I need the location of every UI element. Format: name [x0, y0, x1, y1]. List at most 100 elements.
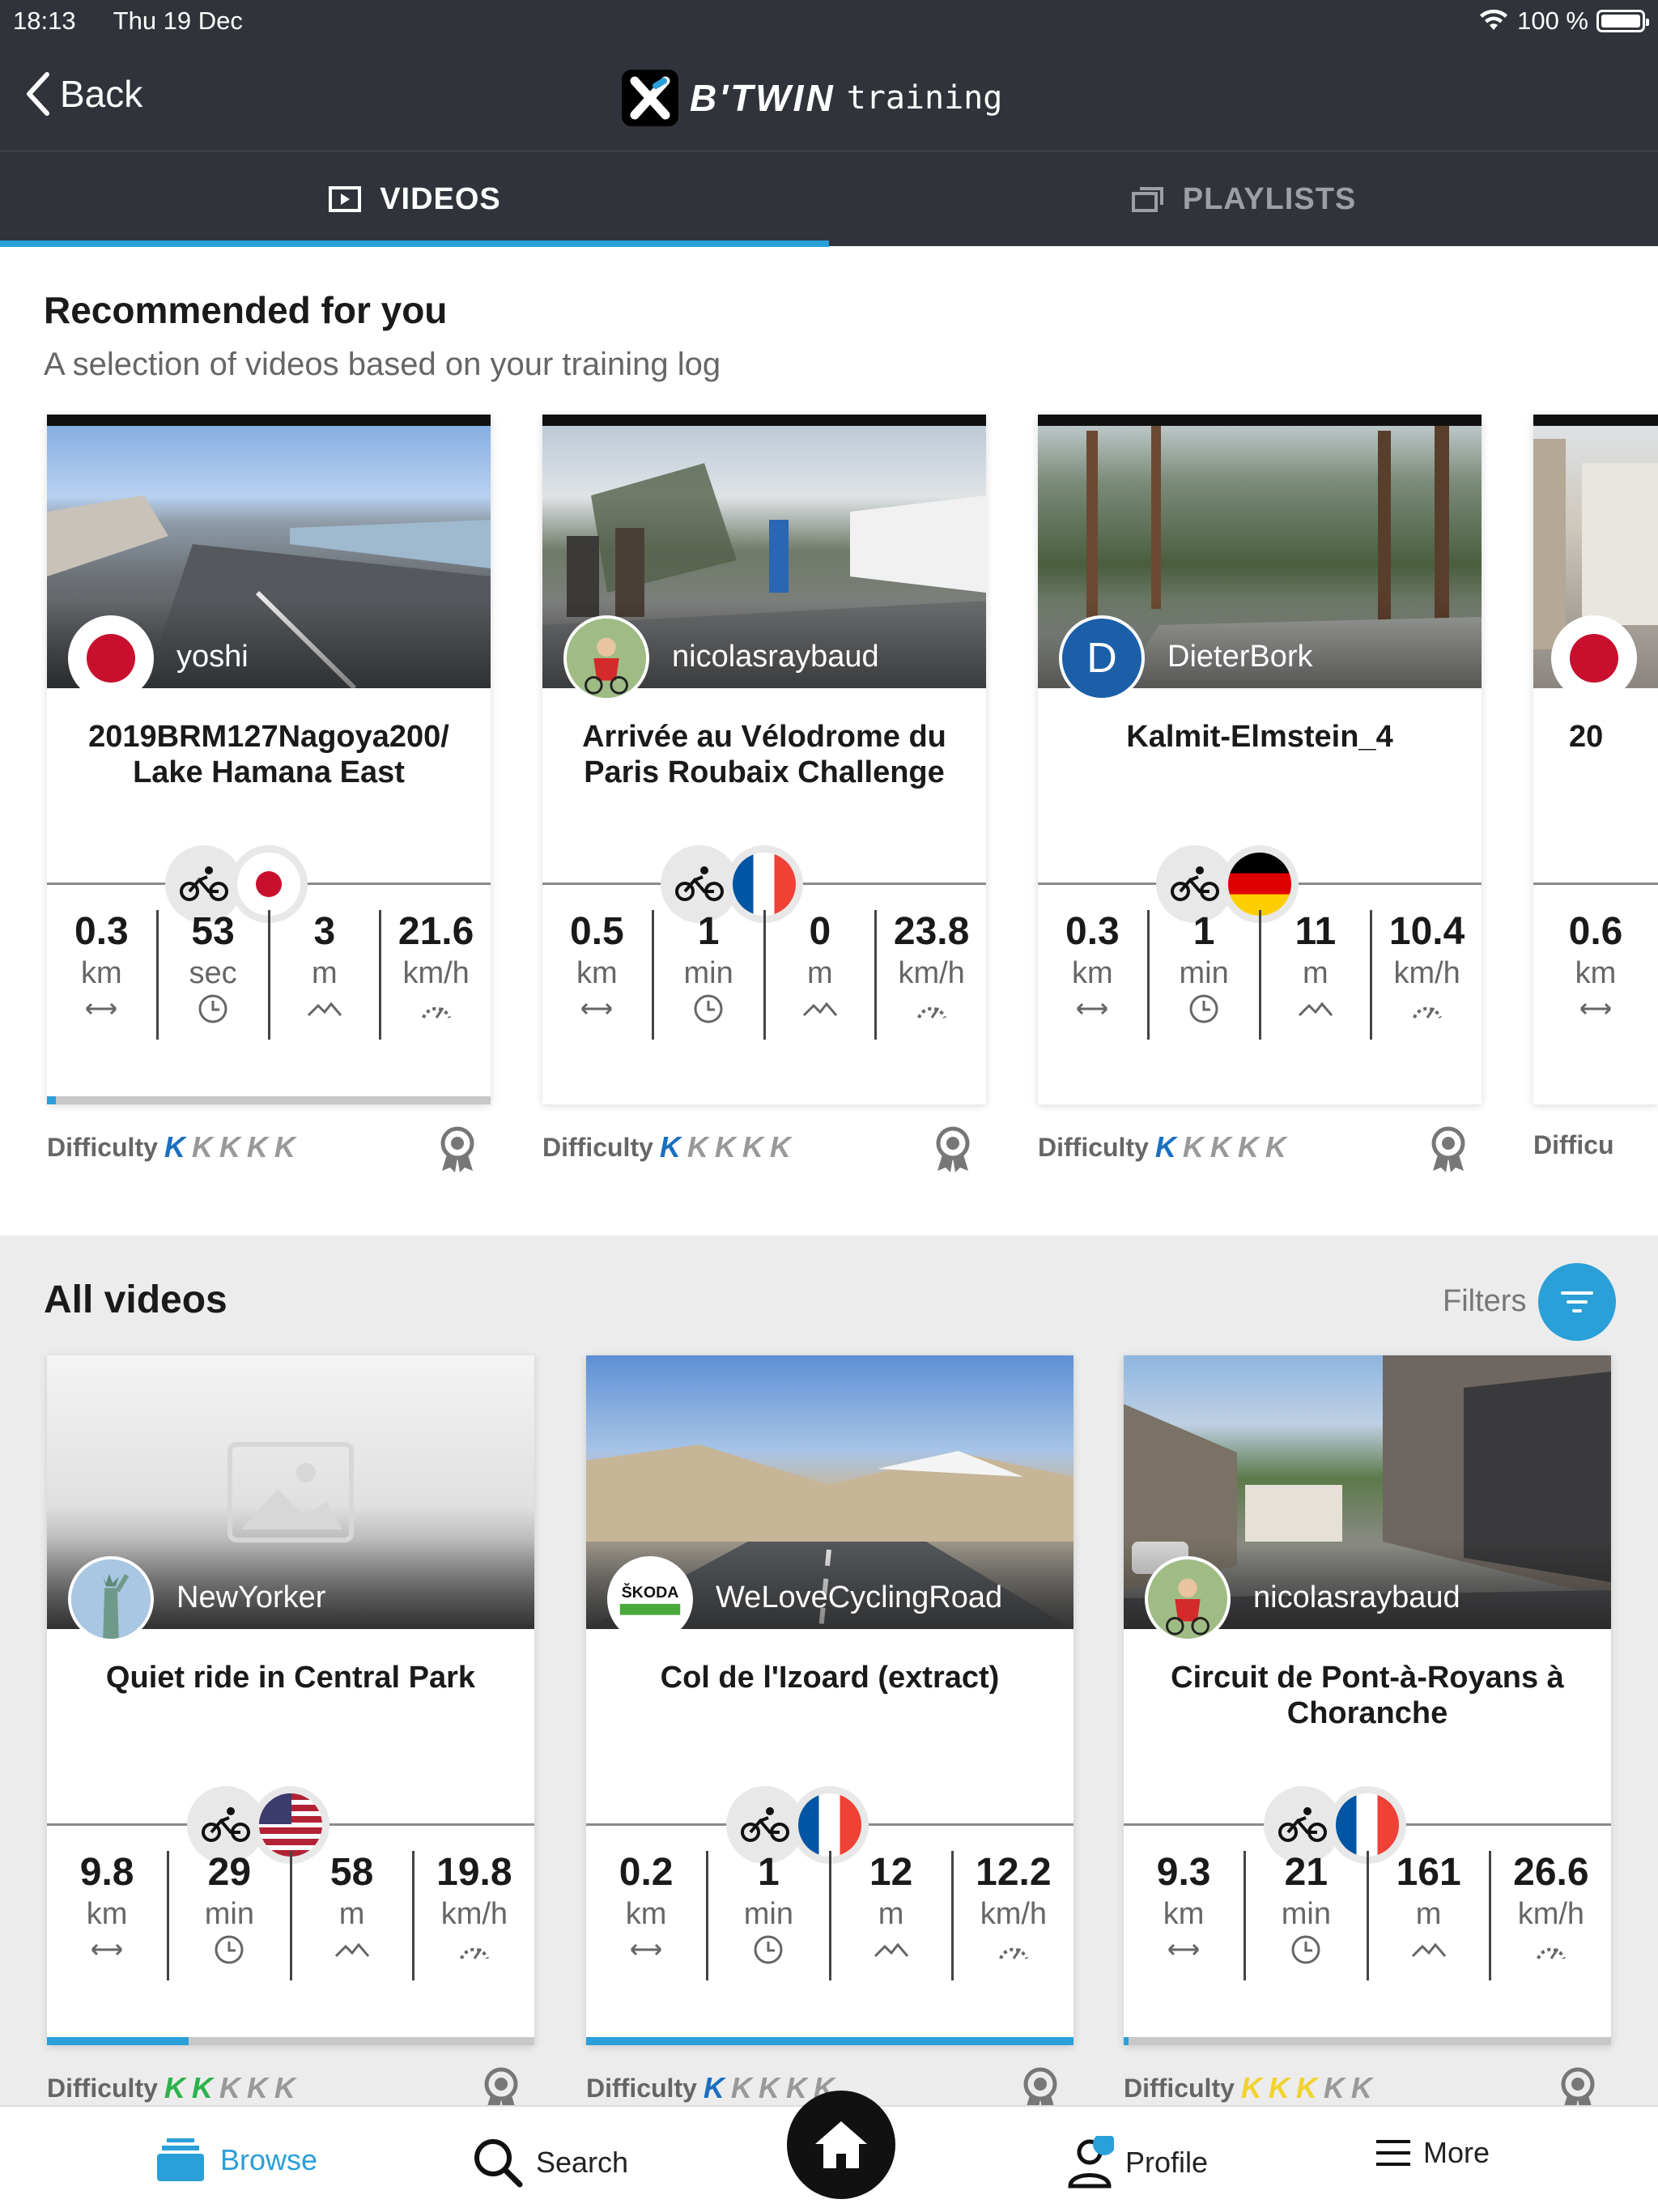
- recommended-subtitle: A selection of videos based on your trai…: [44, 347, 721, 382]
- stat-speed: 23.8 km/h: [874, 910, 986, 1040]
- all-videos-title: All videos: [44, 1278, 227, 1321]
- difficulty-rating: Difficu: [1533, 1130, 1614, 1160]
- distance-icon: [1124, 1933, 1244, 1966]
- clock-icon: [1150, 993, 1259, 1025]
- video-stats: 0.3 km 53 sec 3m 21.6 km/h: [47, 910, 491, 1040]
- battery-percent: 100 %: [1517, 6, 1588, 35]
- stat-duration: 1 min: [651, 910, 763, 1040]
- difficulty-rating: Difficulty KKKKK: [586, 2071, 835, 2104]
- author-avatar: D: [1059, 615, 1145, 701]
- nav-profile[interactable]: Profile: [1065, 2136, 1208, 2189]
- stat-distance: 9.3 km: [1124, 1851, 1244, 1980]
- video-title: 20: [1569, 720, 1604, 754]
- menu-icon: [1376, 2140, 1410, 2166]
- difficulty-label: Difficulty: [47, 1132, 158, 1162]
- stat-distance: 0.3 km: [1038, 910, 1147, 1040]
- playlist-icon: [1131, 187, 1163, 212]
- elevation-icon: [1369, 1933, 1489, 1966]
- video-card[interactable]: D DieterBork Kalmit-Elmstein_4 0.3 km 1 mi…: [1038, 415, 1482, 1104]
- tab-videos[interactable]: VIDEOS: [0, 151, 829, 247]
- speed-icon: [381, 993, 491, 1025]
- video-title: Col de l'Izoard (extract): [660, 1661, 1000, 1695]
- home-button[interactable]: [787, 2091, 895, 2199]
- stat-distance: 0.6 km: [1533, 910, 1658, 1040]
- tab-playlists-label: PLAYLISTS: [1182, 181, 1357, 216]
- author-avatar: [563, 615, 649, 701]
- clock-icon: [159, 993, 268, 1025]
- author-name: nicolasraybaud: [1253, 1580, 1460, 1614]
- video-card[interactable]: 20 0.6 km: [1533, 415, 1658, 1104]
- status-bar-left: 18:13 Thu 19 Dec: [13, 6, 274, 36]
- stat-speed: 12.2 km/h: [950, 1851, 1073, 1980]
- distance-icon: [542, 993, 652, 1025]
- elevation-icon: [766, 993, 875, 1025]
- logo-sub: training: [846, 79, 1003, 117]
- speed-icon: [954, 1933, 1073, 1966]
- video-card[interactable]: ŠKODA WeLoveCyclingRoad Col de l'Izoard …: [586, 1355, 1073, 2045]
- video-title: 2019BRM127Nagoya200/ Lake Hamana East: [88, 720, 449, 789]
- nav-browse[interactable]: Browse: [152, 2136, 317, 2184]
- speed-icon: [1372, 993, 1482, 1025]
- video-stats: 0.3 km 1 min 11 m 10.4 km/h: [1038, 910, 1482, 1040]
- back-label: Back: [60, 73, 143, 115]
- clock-icon: [169, 1933, 289, 1966]
- status-bar-right: 100 %: [1478, 6, 1649, 36]
- medal-icon[interactable]: [437, 1125, 478, 1174]
- top-bar: 18:13 Thu 19 Dec 100 % Back B'TWIN train…: [0, 0, 1658, 151]
- video-card[interactable]: yoshi 2019BRM127Nagoya200/ Lake Hamana E…: [47, 415, 491, 1104]
- filters-button[interactable]: [1538, 1263, 1616, 1341]
- stat-duration: 29 min: [167, 1851, 289, 1980]
- stat-speed: 21.6 km/h: [379, 910, 491, 1040]
- medal-icon[interactable]: [933, 1125, 973, 1174]
- filters-label[interactable]: Filters: [1443, 1284, 1526, 1319]
- author-name: WeLoveCyclingRoad: [716, 1580, 1003, 1614]
- clock-icon: [654, 993, 763, 1025]
- distance-icon: [47, 1933, 167, 1966]
- difficulty-rating: Difficulty KKKKK: [1124, 2071, 1372, 2104]
- video-stats: 9.3 km 21 min 161 m 26.6 km/h: [1124, 1851, 1611, 1980]
- battery-icon: [1596, 10, 1649, 32]
- difficulty-label: Difficulty: [1038, 1132, 1149, 1162]
- stat-elevation: 12 m: [828, 1851, 951, 1980]
- logo-brand: B'TWIN: [690, 77, 835, 119]
- medal-icon[interactable]: [1428, 1125, 1469, 1174]
- tab-playlists[interactable]: PLAYLISTS: [829, 151, 1658, 247]
- status-time: 18:13: [13, 6, 76, 35]
- elevation-icon: [831, 1933, 951, 1966]
- video-stats: 0.6 km: [1533, 910, 1658, 1040]
- video-card[interactable]: nicolasraybaud Arrivée au Vélodrome du P…: [542, 415, 986, 1104]
- difficulty-label: Difficulty: [1124, 2073, 1235, 2103]
- stat-duration: 21 min: [1244, 1851, 1366, 1980]
- video-icon: [329, 186, 362, 212]
- difficulty-label: Difficulty: [586, 2073, 697, 2103]
- difficulty-label: Difficulty: [47, 2073, 158, 2103]
- back-button[interactable]: Back: [24, 71, 142, 117]
- stat-duration: 53 sec: [155, 910, 268, 1040]
- video-card[interactable]: NewYorker Quiet ride in Central Park 9.8…: [47, 1355, 534, 2045]
- speed-icon: [877, 993, 986, 1025]
- author-avatar: [1145, 1556, 1231, 1642]
- author-avatar: ŠKODA: [607, 1556, 693, 1642]
- nav-search[interactable]: Search: [471, 2136, 628, 2189]
- nav-more[interactable]: More: [1375, 2136, 1490, 2170]
- difficulty-rating: Difficulty KKKKK: [47, 2071, 295, 2104]
- clock-icon: [708, 1933, 828, 1966]
- distance-icon: [1038, 993, 1147, 1025]
- difficulty-label: Difficu: [1533, 1130, 1614, 1159]
- elevation-icon: [270, 993, 380, 1025]
- author-avatar: [68, 1556, 154, 1642]
- author-name: nicolasraybaud: [672, 640, 879, 674]
- stat-elevation: 3m: [267, 910, 380, 1040]
- clock-icon: [1246, 1933, 1366, 1966]
- stat-duration: 1 min: [706, 1851, 828, 1980]
- stat-elevation: 0m: [763, 910, 875, 1040]
- avatar-letter: D: [1086, 635, 1117, 682]
- stat-distance: 0.2 km: [586, 1851, 706, 1980]
- video-card[interactable]: nicolasraybaud Circuit de Pont-à-Royans …: [1124, 1355, 1611, 2045]
- card-divider: [1533, 883, 1658, 885]
- watch-progress: [586, 2037, 1073, 2045]
- stat-elevation: 161 m: [1366, 1851, 1489, 1980]
- stat-duration: 1 min: [1146, 910, 1259, 1040]
- btwin-logo-icon: [622, 70, 678, 126]
- filter-icon: [1561, 1291, 1593, 1312]
